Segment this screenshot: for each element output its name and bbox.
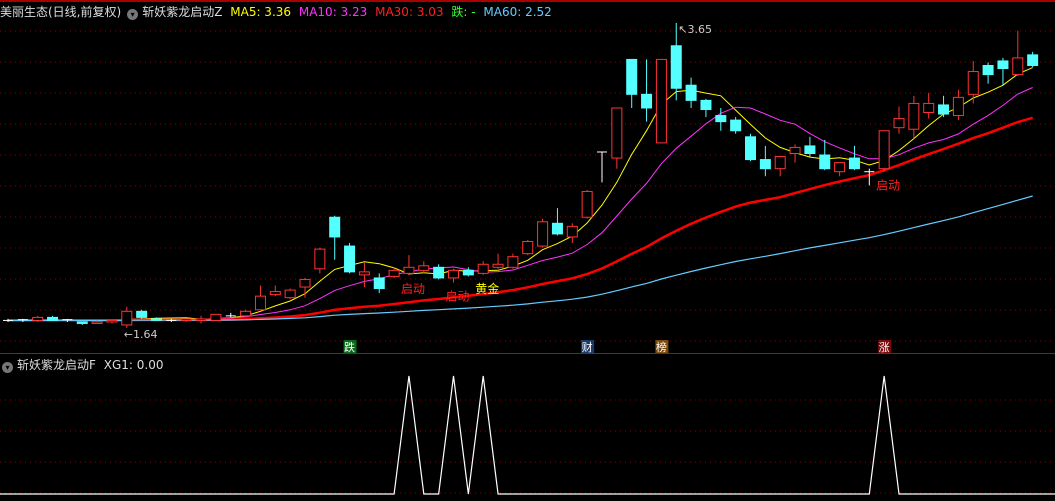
candle-body (284, 289, 296, 299)
candle-body (76, 321, 88, 324)
high-price-label: ↖3.65 (678, 23, 712, 36)
candle-body (477, 263, 489, 274)
candle-body (492, 263, 504, 268)
candle-body (967, 71, 979, 95)
candle-body (299, 278, 311, 288)
candle-body (32, 316, 44, 321)
low-price-label: ←1.64 (124, 328, 158, 341)
candle-body (715, 115, 727, 123)
candle-body (759, 159, 771, 170)
candle-body (210, 313, 222, 321)
candle-body (537, 221, 549, 247)
candle-body (522, 241, 534, 255)
signal-label: 启动 (876, 179, 900, 193)
event-tag-label: 财 (582, 340, 593, 354)
candle-body (848, 157, 860, 170)
candle-body (819, 154, 831, 170)
candle-body (195, 318, 207, 321)
candle-body (121, 310, 133, 326)
ma10-line (7, 87, 1033, 321)
candle-body (789, 146, 801, 155)
event-tag-label: 涨 (879, 341, 890, 354)
candle-body (982, 64, 994, 76)
event-tag-label: 榜 (656, 340, 667, 354)
candle-body (388, 269, 400, 277)
candle-body (433, 266, 445, 279)
candle-body (626, 58, 638, 95)
candle-body (358, 271, 370, 276)
candle-body (611, 107, 623, 159)
candle-body (507, 256, 519, 268)
candle-body (908, 102, 920, 130)
candle-body (418, 265, 430, 271)
candle-body (655, 58, 667, 144)
candle-body (700, 99, 712, 110)
candle-body (448, 269, 459, 279)
candle-body (685, 84, 697, 101)
candle-body (997, 60, 1009, 70)
signal-label: 黄金 (475, 281, 499, 296)
event-tag-label: 跌 (344, 340, 355, 354)
candle-body (462, 269, 474, 276)
candle-body (804, 145, 816, 155)
candle-body (670, 45, 682, 89)
candle-body (151, 318, 162, 321)
signal-label: 启动 (446, 289, 470, 303)
ma60-line (8, 195, 1033, 321)
candle-body (269, 291, 281, 296)
candle-body (566, 225, 578, 238)
candle-body (344, 245, 356, 273)
xg1-line (0, 375, 1055, 495)
candle-body (938, 104, 950, 115)
candle-body (91, 321, 103, 324)
candle-body (952, 96, 964, 117)
candle-body (730, 119, 742, 132)
candle-body (329, 216, 341, 238)
candle-body (1027, 54, 1039, 66)
candle-body (47, 316, 59, 321)
candle-body (893, 118, 905, 129)
candle-body (774, 156, 786, 170)
signal-label: 启动 (401, 282, 425, 296)
candle-body (240, 310, 252, 317)
candle-body (1012, 57, 1024, 76)
candle-body (745, 136, 756, 161)
candle-body (641, 93, 653, 109)
candle-body (403, 266, 415, 274)
candle-body (180, 318, 192, 321)
candle-body (106, 319, 118, 323)
candle-body (254, 295, 266, 311)
kline-chart[interactable]: ↖3.65←1.64启动启动黄金启动跌财榜涨 (0, 0, 1055, 501)
candle-body (834, 162, 846, 173)
candle-body (878, 130, 890, 170)
candle-body (551, 222, 563, 235)
candle-body (136, 310, 148, 318)
candle-body (314, 248, 326, 270)
candle-body (373, 277, 385, 290)
candle-body (923, 102, 935, 114)
candle-body (581, 190, 593, 218)
ma5-line (7, 67, 1033, 322)
